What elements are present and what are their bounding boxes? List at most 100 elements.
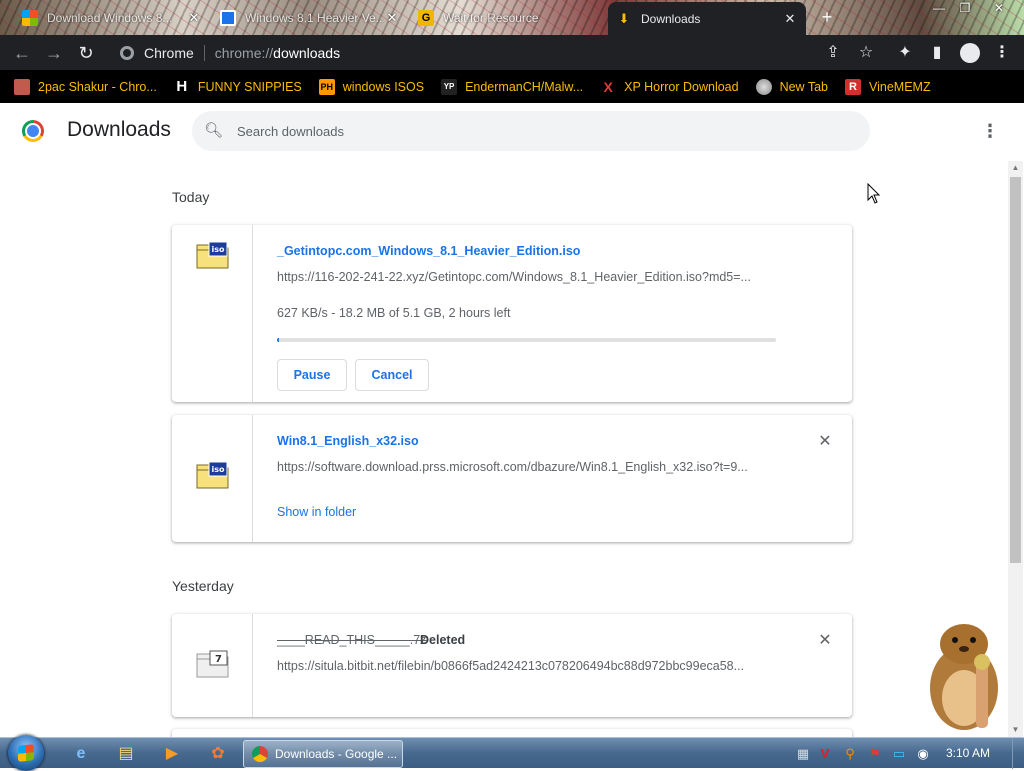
bookmark-2pac[interactable]: 2pac Shakur - Chro... <box>14 78 157 95</box>
iso-file-icon: iso <box>196 241 229 269</box>
download-item: iso Win8.1_English_x32.iso ✕ https://sof… <box>172 415 852 542</box>
file-url[interactable]: https://software.download.prss.microsoft… <box>277 460 777 474</box>
svg-text:7: 7 <box>215 654 222 665</box>
bookmark-label: XP Horror Download <box>624 79 739 94</box>
progress-fill <box>277 338 279 342</box>
tray-volume-icon[interactable]: ◉ <box>915 746 931 762</box>
bookmark-star-icon[interactable]: ☆ <box>853 40 879 66</box>
media-player-icon[interactable]: ▶ <box>154 741 190 767</box>
download-status: 627 KB/s - 18.2 MB of 5.1 GB, 2 hours le… <box>277 306 511 320</box>
search-input[interactable] <box>237 123 837 139</box>
file-icon-column: iso <box>172 225 253 402</box>
chrome-logo-icon <box>22 120 44 142</box>
deleted-tag: Deleted <box>420 633 466 647</box>
reload-button[interactable]: ↻ <box>73 40 99 66</box>
site-icon <box>220 9 236 26</box>
bookmark-label: EndermanCH/Malw... <box>465 79 584 94</box>
x-icon: X <box>603 78 613 95</box>
tab-title: Download Windows 8... <box>47 10 173 25</box>
bookmark-vinememz[interactable]: R VineMEMZ <box>845 78 931 95</box>
scroll-down-arrow-icon[interactable]: ▼ <box>1008 723 1023 737</box>
tab-wait-for-resource[interactable]: G Wait for Resource <box>410 2 606 33</box>
bookmark-funny-snippies[interactable]: H FUNNY SNIPPIES <box>173 78 302 95</box>
new-tab-button[interactable]: + <box>816 6 838 28</box>
desktop-mascot <box>930 624 998 730</box>
bookmarks-bar: 2pac Shakur - Chro... H FUNNY SNIPPIES P… <box>0 70 1024 103</box>
bookmark-windows-isos[interactable]: PH windows ISOS <box>318 78 424 95</box>
pause-button[interactable]: Pause <box>277 359 347 391</box>
chrome-icon <box>252 746 268 762</box>
bookmark-label: 2pac Shakur - Chro... <box>38 79 157 94</box>
downloads-header: Downloads 🔍︎ ⋮ <box>0 103 1024 159</box>
side-panel-icon[interactable]: ▮ <box>924 40 950 66</box>
site-chip: Chrome <box>144 45 194 61</box>
browser-toolbar: ← → ↻ Chrome chrome:// downloads ⇪ ☆ ✦ ▮… <box>0 35 1024 70</box>
folder-icon <box>14 78 30 95</box>
tab-title: Wait for Resource <box>443 10 539 25</box>
bookmark-label: FUNNY SNIPPIES <box>197 79 302 94</box>
page-scrollbar[interactable]: ▲ ▼ <box>1008 161 1023 737</box>
download-item: iso _Getintopc.com_Windows_8.1_Heavier_E… <box>172 225 852 402</box>
remove-item-icon[interactable]: ✕ <box>817 434 833 450</box>
getintopc-icon: G <box>418 9 434 26</box>
svg-text:iso: iso <box>212 245 226 254</box>
file-url[interactable]: https://situla.bitbit.net/filebin/b0866f… <box>277 659 777 673</box>
maximize-button[interactable]: ❐ <box>952 0 978 18</box>
windows-taskbar: e ▤ ▶ ✿ Downloads - Google ... ▦ V ⚲ ⚑ ▭… <box>0 735 1024 771</box>
scrollbar-thumb[interactable] <box>1010 177 1021 563</box>
file-name-link[interactable]: Win8.1_English_x32.iso <box>277 434 419 448</box>
ph-icon: PH <box>318 78 335 95</box>
download-icon: ⬇ <box>618 10 630 26</box>
menu-kebab-icon[interactable]: ⋮ <box>989 40 1015 66</box>
download-item: 7 ____READ_THIS_____.7z Deleted ✕ https:… <box>172 614 852 717</box>
more-actions-icon[interactable]: ⋮ <box>980 119 1000 143</box>
tab-title: Windows 8.1 Heavier Ve... <box>245 10 384 25</box>
show-in-folder-link[interactable]: Show in folder <box>277 505 356 519</box>
cancel-button[interactable]: Cancel <box>355 359 429 391</box>
file-url[interactable]: https://116-202-241-22.xyz/Getintopc.com… <box>277 270 777 284</box>
close-icon[interactable]: ✕ <box>384 10 400 26</box>
forward-button[interactable]: → <box>41 40 67 66</box>
close-window-button[interactable]: ✕ <box>986 0 1012 18</box>
tab-windows-heavier[interactable]: Windows 8.1 Heavier Ve... ✕ <box>212 2 408 33</box>
url-scheme: chrome:// <box>214 45 274 61</box>
bookmark-new-tab[interactable]: New Tab <box>755 78 828 95</box>
file-explorer-icon[interactable]: ▤ <box>108 741 144 767</box>
bookmark-label: New Tab <box>779 79 828 94</box>
close-icon[interactable]: ✕ <box>186 10 202 26</box>
search-box[interactable]: 🔍︎ <box>192 111 870 151</box>
back-button[interactable]: ← <box>9 40 35 66</box>
divider <box>203 45 205 61</box>
internet-explorer-icon[interactable]: e <box>63 741 99 767</box>
file-icon-column: 7 <box>172 614 253 717</box>
tab-download-windows[interactable]: Download Windows 8... ✕ <box>14 2 210 33</box>
bookmark-xp-horror[interactable]: X XP Horror Download <box>600 78 739 95</box>
scroll-up-arrow-icon[interactable]: ▲ <box>1008 161 1023 175</box>
paint-icon[interactable]: ✿ <box>200 741 236 767</box>
search-icon: 🔍︎ <box>204 122 224 139</box>
share-icon[interactable]: ⇪ <box>820 40 846 66</box>
minimize-button[interactable]: — <box>926 0 952 18</box>
remove-item-icon[interactable]: ✕ <box>817 633 833 649</box>
taskbar-clock[interactable]: 3:10 AM <box>946 746 990 760</box>
taskbar-chrome-downloads[interactable]: Downloads - Google ... <box>243 740 403 768</box>
chrome-icon <box>120 46 134 60</box>
extensions-icon[interactable]: ✦ <box>892 40 918 66</box>
close-icon[interactable]: ✕ <box>782 11 798 27</box>
address-bar[interactable]: Chrome chrome:// downloads <box>108 39 888 67</box>
download-progress-bar <box>277 338 776 342</box>
download-item <box>172 729 852 737</box>
tray-app-icon[interactable]: ▦ <box>795 746 811 762</box>
section-title-today: Today <box>172 189 210 205</box>
file-name-link[interactable]: _Getintopc.com_Windows_8.1_Heavier_Editi… <box>277 244 580 258</box>
tray-search-icon[interactable]: ⚲ <box>842 746 858 762</box>
tray-v-icon[interactable]: V <box>817 746 833 762</box>
tray-flag-icon[interactable]: ⚑ <box>867 746 883 762</box>
bookmark-endermanch[interactable]: YP EndermanCH/Malw... <box>441 78 584 95</box>
profile-avatar-icon[interactable] <box>957 40 983 66</box>
show-desktop-button[interactable] <box>1012 738 1024 769</box>
start-button[interactable] <box>8 735 44 771</box>
tray-display-icon[interactable]: ▭ <box>891 746 907 762</box>
tab-downloads[interactable]: ⬇ Downloads ✕ <box>608 2 806 35</box>
file-name-deleted: ____READ_THIS_____.7z <box>277 633 427 647</box>
